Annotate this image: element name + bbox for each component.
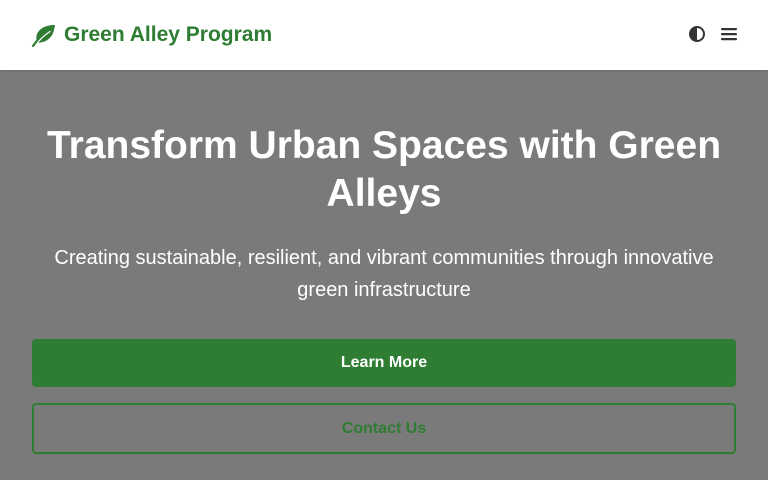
- hero-section: Transform Urban Spaces with Green Alleys…: [0, 70, 768, 480]
- header-actions: [686, 23, 740, 45]
- hero-subtitle: Creating sustainable, resilient, and vib…: [54, 247, 714, 301]
- site-header: Green Alley Program: [0, 0, 768, 70]
- hamburger-menu-icon: [720, 26, 738, 42]
- contact-us-button[interactable]: Contact Us: [32, 403, 736, 454]
- half-moon-icon: [688, 25, 706, 43]
- brand-link[interactable]: Green Alley Program: [31, 22, 272, 48]
- theme-toggle-button[interactable]: [686, 23, 708, 45]
- leaf-icon: [31, 22, 57, 48]
- menu-button[interactable]: [718, 23, 740, 45]
- learn-more-button[interactable]: Learn More: [32, 339, 736, 387]
- brand-name: Green Alley Program: [64, 23, 273, 46]
- hero-title: Transform Urban Spaces with Green Alleys: [46, 124, 722, 215]
